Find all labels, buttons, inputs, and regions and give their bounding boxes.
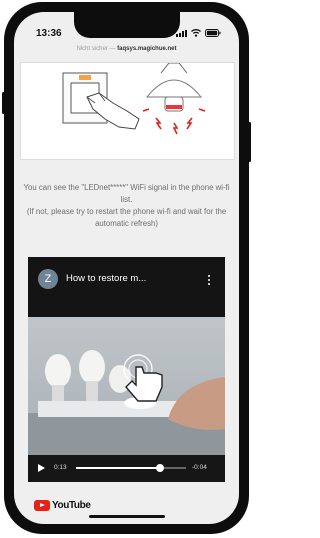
youtube-wordmark: YouTube — [52, 500, 91, 511]
wifi-icon — [191, 29, 201, 37]
home-indicator — [89, 515, 165, 518]
remaining-time: -0:04 — [192, 464, 207, 471]
play-icon[interactable] — [38, 464, 45, 472]
current-time: 0:13 — [54, 464, 67, 471]
phone-frame: 13:36 Nicht sicher — faqsys.magichue.net… — [2, 2, 251, 534]
progress-handle[interactable] — [155, 464, 164, 472]
progress-bar[interactable] — [76, 464, 186, 472]
url-domain: faqsys.magichue.net — [117, 46, 177, 52]
instruction-line-2: (If not, please try to restart the phone… — [26, 207, 227, 228]
video-thumbnail — [28, 317, 225, 457]
instructions-text: You can see the "LEDnet*****" WiFi signa… — [22, 182, 231, 230]
progress-fill — [76, 467, 160, 469]
video-frame[interactable] — [28, 317, 225, 457]
video-controls: 0:13 -0:04 — [28, 455, 225, 482]
video-player[interactable]: Z How to restore m... 0:13 -0:04 — [28, 257, 225, 482]
url-bar[interactable]: Nicht sicher — faqsys.magichue.net — [14, 46, 239, 60]
youtube-play-icon — [34, 500, 50, 511]
phone-side-button — [2, 92, 5, 114]
status-time: 13:36 — [36, 28, 62, 39]
phone-side-button — [248, 122, 251, 162]
video-header: Z How to restore m... — [28, 257, 225, 301]
security-warning: Nicht sicher — — [76, 46, 116, 52]
youtube-logo[interactable]: YouTube — [34, 500, 91, 511]
notch — [74, 12, 180, 38]
video-title[interactable]: How to restore m... — [66, 273, 146, 284]
channel-avatar[interactable]: Z — [38, 269, 58, 289]
status-bar: 13:36 — [14, 12, 239, 46]
switch-and-bulb-illustration — [62, 62, 206, 135]
setup-illustration — [20, 62, 235, 160]
signal-icon — [176, 30, 187, 37]
instruction-line-1: You can see the "LEDnet*****" WiFi signa… — [23, 183, 230, 204]
video-menu-icon[interactable] — [205, 271, 213, 289]
status-icons — [176, 29, 221, 37]
battery-icon — [205, 29, 221, 37]
phone-screen: 13:36 Nicht sicher — faqsys.magichue.net… — [14, 12, 239, 524]
